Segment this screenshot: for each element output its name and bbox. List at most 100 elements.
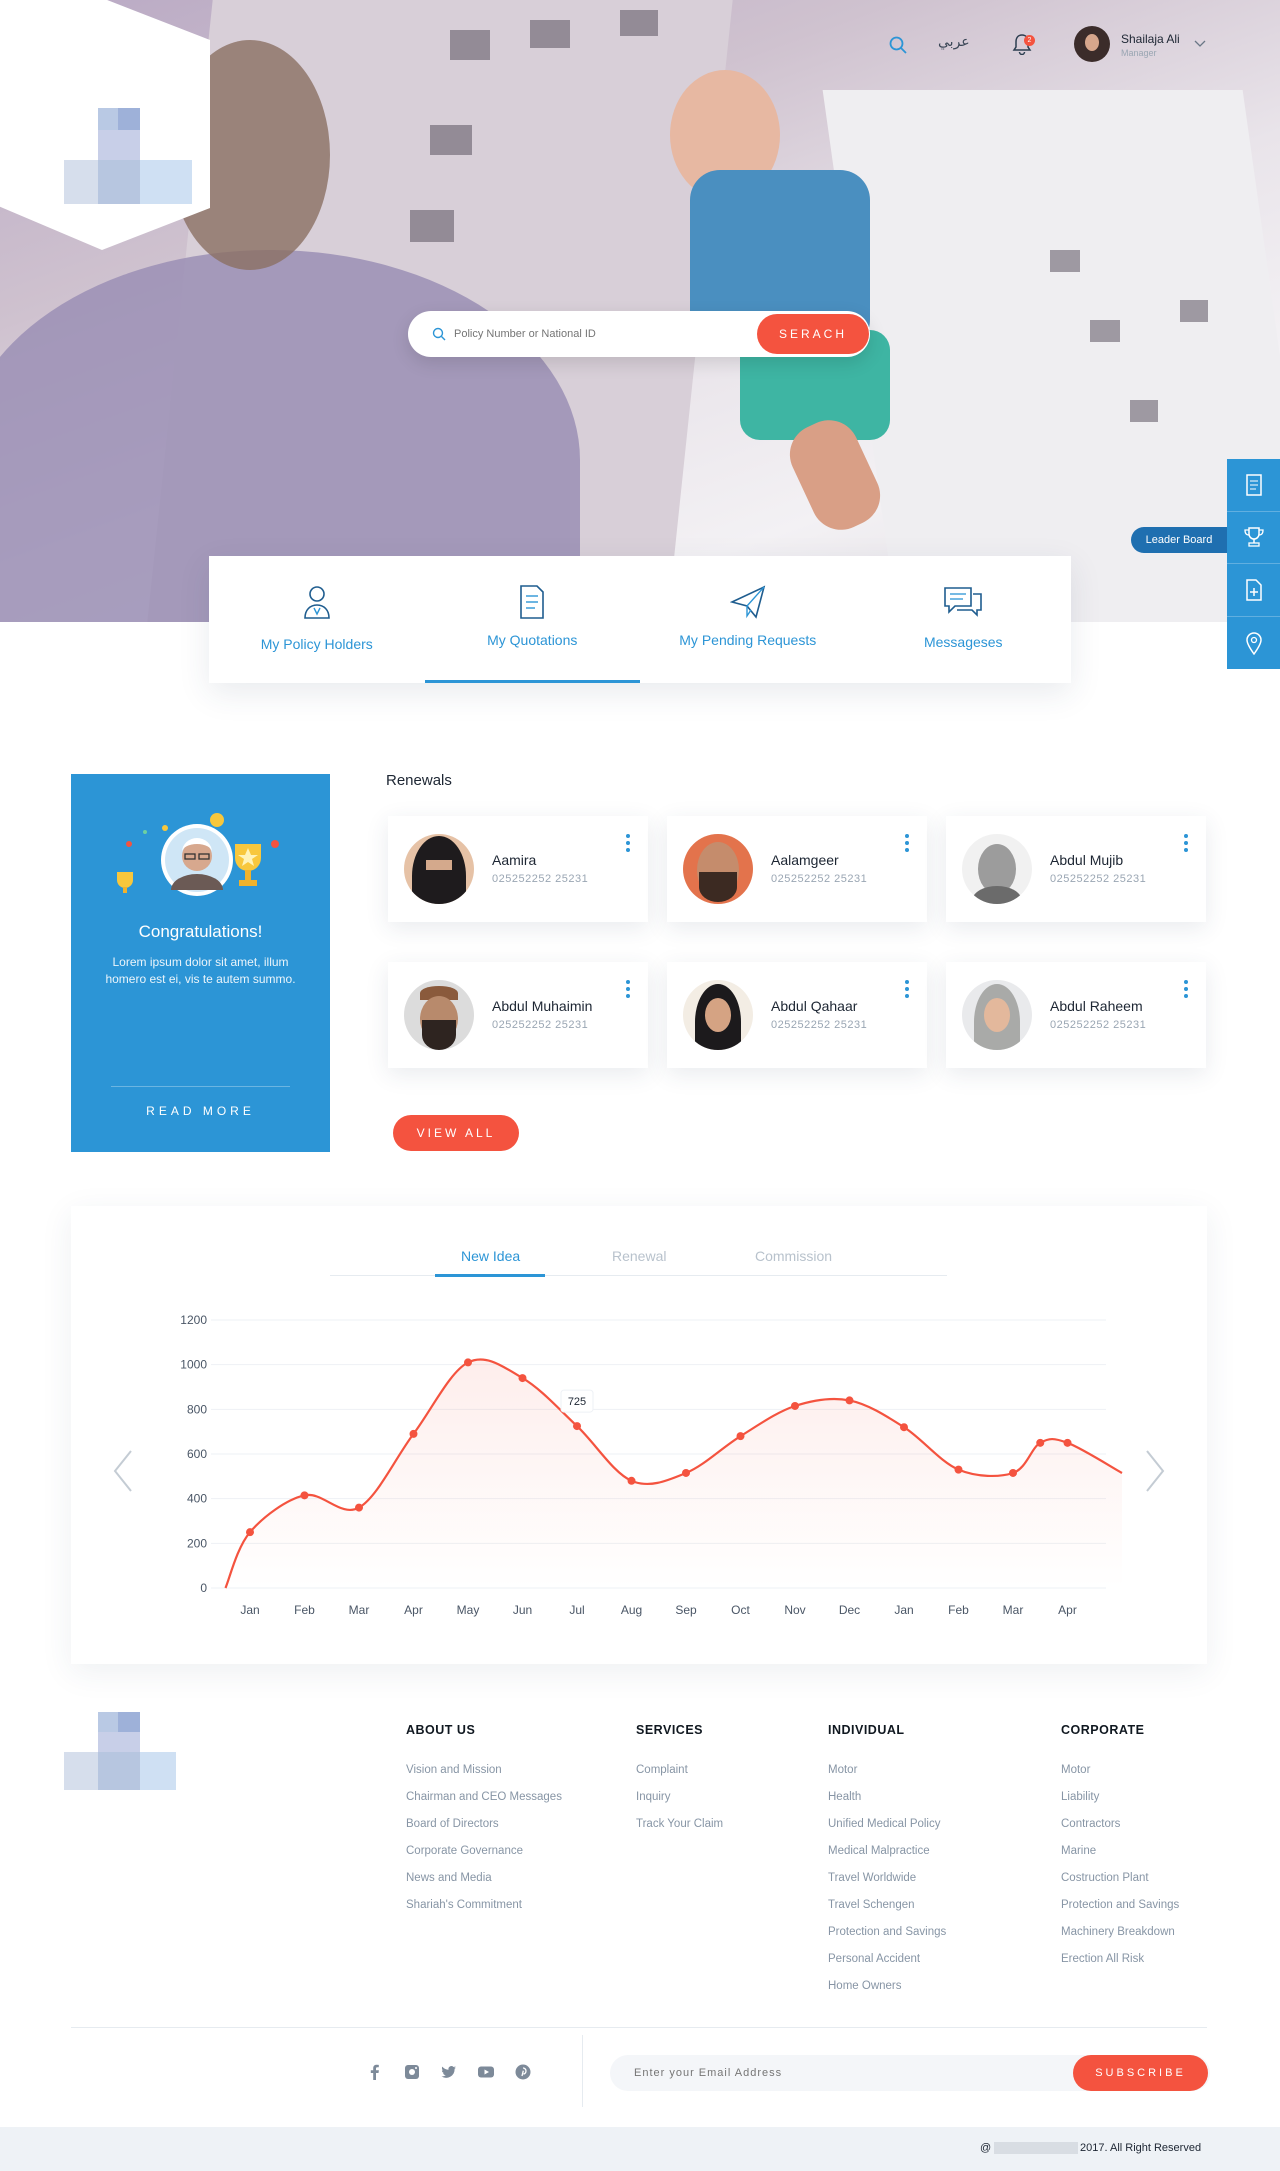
y-tick-label: 1000 xyxy=(180,1358,207,1372)
footer-link[interactable]: Home Owners xyxy=(828,1973,946,2000)
footer-link[interactable]: Health xyxy=(828,1784,946,1811)
policy-search-input[interactable] xyxy=(454,324,734,344)
dock-add-file[interactable] xyxy=(1227,564,1280,617)
search-button[interactable]: SERACH xyxy=(757,314,869,354)
dock-location[interactable] xyxy=(1227,617,1280,670)
footer-link[interactable]: Travel Worldwide xyxy=(828,1865,946,1892)
read-more-link[interactable]: READ MORE xyxy=(71,1104,330,1118)
data-point[interactable] xyxy=(1063,1438,1072,1447)
footer-link[interactable]: Contractors xyxy=(1061,1811,1179,1838)
footer-link[interactable]: Liability xyxy=(1061,1784,1179,1811)
footer-link[interactable]: Chairman and CEO Messages xyxy=(406,1784,562,1811)
congratulations-card: Congratulations! Lorem ipsum dolor sit a… xyxy=(71,774,330,1152)
footer-link[interactable]: Costruction Plant xyxy=(1061,1865,1179,1892)
more-options-icon[interactable] xyxy=(905,980,909,1001)
dock-leaderboard[interactable] xyxy=(1227,512,1280,564)
chevron-down-icon[interactable] xyxy=(1194,40,1206,48)
footer-column-title: INDIVIDUAL xyxy=(828,1723,905,1737)
footer-link[interactable]: Protection and Savings xyxy=(828,1919,946,1946)
tab-pending-requests[interactable]: My Pending Requests xyxy=(640,556,856,683)
x-tick-label: Feb xyxy=(948,1603,969,1617)
footer-link[interactable]: Corporate Governance xyxy=(406,1838,562,1865)
language-switch[interactable]: عربي xyxy=(938,34,970,50)
renewal-card[interactable]: Abdul Qahaar 025252252 25231 xyxy=(667,962,927,1068)
tab-label: My Pending Requests xyxy=(679,632,817,648)
search-icon[interactable] xyxy=(889,36,907,54)
instagram-icon[interactable] xyxy=(403,2063,421,2081)
footer-link[interactable]: Travel Schengen xyxy=(828,1892,946,1919)
renewal-card[interactable]: Abdul Mujib 025252252 25231 xyxy=(946,816,1206,922)
data-point[interactable] xyxy=(300,1491,309,1500)
footer-link[interactable]: Unified Medical Policy xyxy=(828,1811,946,1838)
tab-policy-holders[interactable]: My Policy Holders xyxy=(209,556,425,683)
footer-link[interactable]: Medical Malpractice xyxy=(828,1838,946,1865)
data-point[interactable] xyxy=(246,1528,254,1537)
data-point[interactable] xyxy=(464,1358,472,1367)
data-point[interactable] xyxy=(1009,1468,1017,1477)
footer-link[interactable]: Personal Accident xyxy=(828,1946,946,1973)
youtube-icon[interactable] xyxy=(477,2063,495,2081)
dock-document[interactable] xyxy=(1227,459,1280,512)
data-point[interactable] xyxy=(682,1468,690,1477)
more-options-icon[interactable] xyxy=(1184,834,1188,855)
renewal-card[interactable]: Abdul Muhaimin 025252252 25231 xyxy=(388,962,648,1068)
footer-link[interactable]: Machinery Breakdown xyxy=(1061,1919,1179,1946)
footer-divider xyxy=(71,2027,1207,2028)
x-tick-label: Jan xyxy=(240,1603,259,1617)
footer-link[interactable]: Track Your Claim xyxy=(636,1811,723,1838)
data-point[interactable] xyxy=(627,1476,636,1485)
footer-link[interactable]: Protection and Savings xyxy=(1061,1892,1179,1919)
twitter-icon[interactable] xyxy=(440,2063,458,2081)
footer-link[interactable]: Erection All Risk xyxy=(1061,1946,1179,1973)
quick-tabs: My Policy Holders My Quotations My Pendi… xyxy=(209,556,1071,683)
footer-link[interactable]: Motor xyxy=(828,1757,946,1784)
view-all-button[interactable]: VIEW ALL xyxy=(393,1115,519,1151)
footer-link[interactable]: Board of Directors xyxy=(406,1811,562,1838)
renewal-name: Abdul Mujib xyxy=(1050,852,1124,868)
more-options-icon[interactable] xyxy=(905,834,909,855)
facebook-icon[interactable] xyxy=(366,2063,384,2081)
footer-link[interactable]: Shariah's Commitment xyxy=(406,1892,562,1919)
renewal-card[interactable]: Aalamgeer 025252252 25231 xyxy=(667,816,927,922)
footer-link[interactable]: Complaint xyxy=(636,1757,723,1784)
avatar[interactable] xyxy=(1074,26,1110,62)
data-point[interactable] xyxy=(1036,1438,1045,1447)
footer-link[interactable]: News and Media xyxy=(406,1865,562,1892)
pinterest-icon[interactable] xyxy=(514,2063,532,2081)
more-options-icon[interactable] xyxy=(626,980,630,1001)
tab-quotations[interactable]: My Quotations xyxy=(424,556,641,683)
data-point[interactable] xyxy=(573,1422,581,1431)
tab-label: Messageses xyxy=(923,634,1003,650)
more-options-icon[interactable] xyxy=(1184,980,1188,1001)
renewal-card[interactable]: Abdul Raheem 025252252 25231 xyxy=(946,962,1206,1068)
data-point[interactable] xyxy=(355,1503,363,1512)
footer-link[interactable]: Vision and Mission xyxy=(406,1757,562,1784)
hero-banner: عربي 2 Shailaja Ali Manager SERACH xyxy=(0,0,1280,622)
renewal-name: Abdul Raheem xyxy=(1050,998,1143,1014)
more-options-icon[interactable] xyxy=(626,834,630,855)
x-tick-label: Feb xyxy=(294,1603,315,1617)
data-point[interactable] xyxy=(791,1401,799,1410)
data-point[interactable] xyxy=(845,1396,854,1405)
footer-column-title: ABOUT US xyxy=(406,1723,476,1737)
renewal-phone: 025252252 25231 xyxy=(771,1019,868,1031)
chart-tooltip-value: 725 xyxy=(568,1396,586,1408)
tab-messages[interactable]: Messageses xyxy=(856,556,1072,683)
renewal-card[interactable]: Aamira 025252252 25231 xyxy=(388,816,648,922)
footer-column: INDIVIDUAL Motor Health Unified Medical Pol… xyxy=(828,1723,946,2000)
copyright-text: 2017. All Right Reserved xyxy=(1080,2142,1202,2154)
data-point[interactable] xyxy=(518,1374,527,1383)
footer-link[interactable]: Inquiry xyxy=(636,1784,723,1811)
footer-link[interactable]: Marine xyxy=(1061,1838,1179,1865)
subscribe-button[interactable]: SUBSCRIBE xyxy=(1073,2055,1208,2091)
footer-link[interactable]: Motor xyxy=(1061,1757,1179,1784)
data-point[interactable] xyxy=(900,1423,908,1432)
data-point[interactable] xyxy=(409,1429,418,1438)
renewals-title: Renewals xyxy=(386,772,452,789)
email-input[interactable] xyxy=(634,2065,1014,2081)
data-point[interactable] xyxy=(954,1465,963,1474)
trophy-icon xyxy=(1243,527,1264,547)
data-point[interactable] xyxy=(736,1432,745,1441)
y-tick-label: 1200 xyxy=(180,1313,207,1327)
renewal-phone: 025252252 25231 xyxy=(771,873,868,885)
